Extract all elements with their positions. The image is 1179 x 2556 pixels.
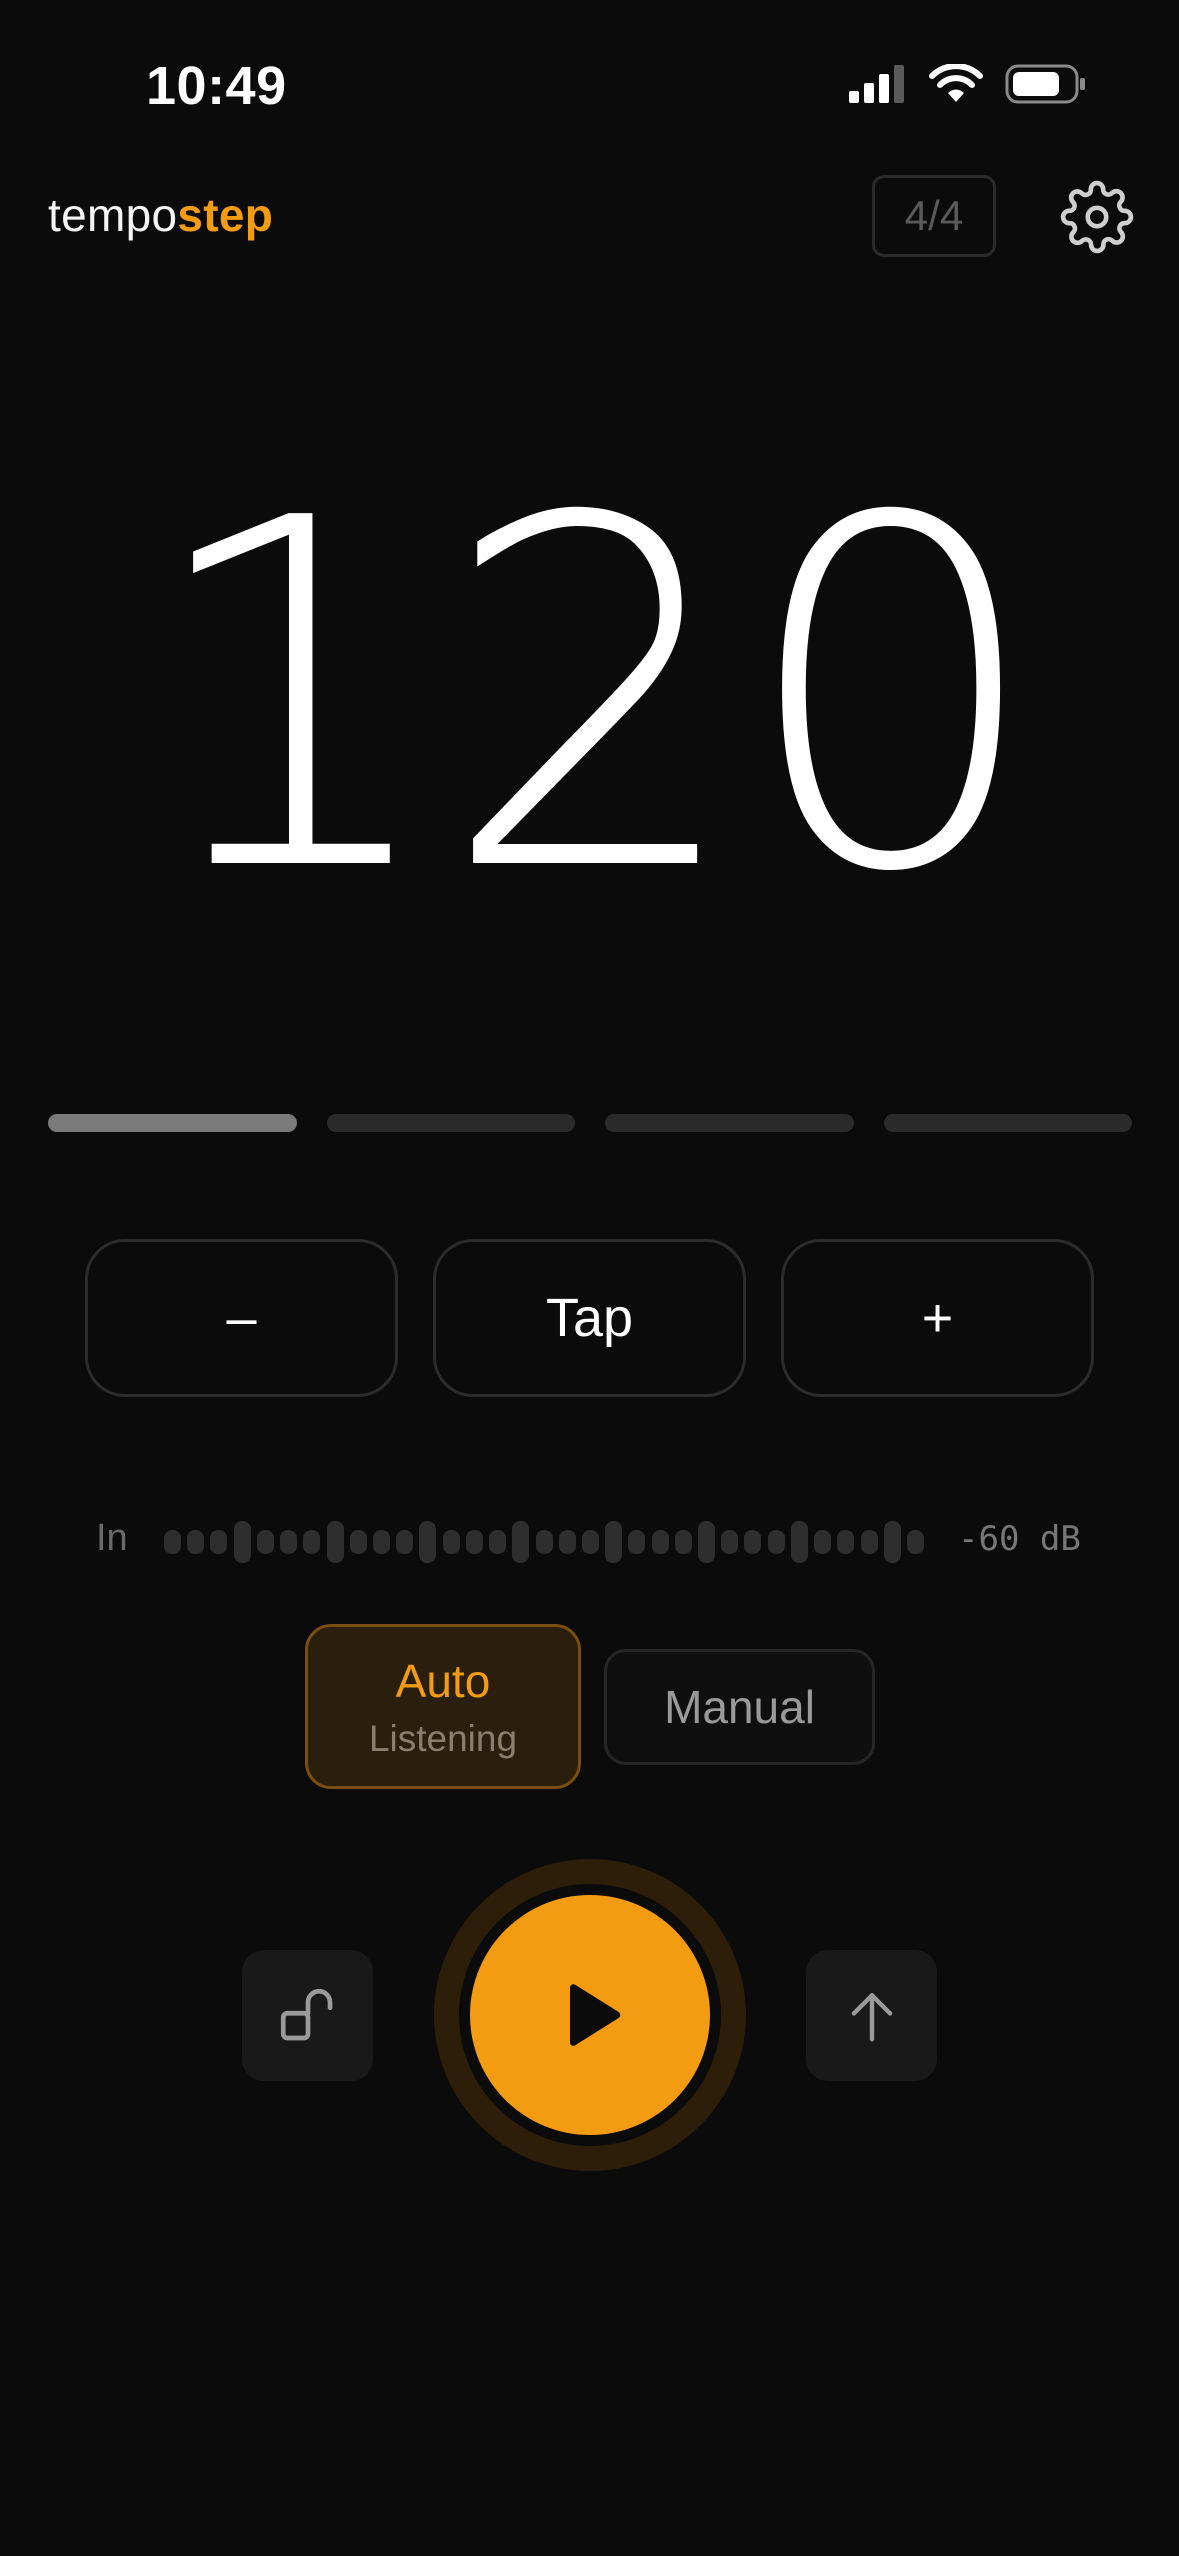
meter-segment	[280, 1530, 298, 1554]
meter-segment	[698, 1521, 716, 1563]
meter-segment	[721, 1530, 739, 1554]
meter-segment	[465, 1530, 483, 1554]
meter-segment	[581, 1530, 599, 1554]
meter-segment	[303, 1530, 321, 1554]
meter-segment	[837, 1530, 855, 1554]
meter-segment	[233, 1521, 251, 1563]
meter-segment	[907, 1530, 924, 1554]
play-icon	[570, 1984, 621, 2046]
play-button[interactable]	[470, 1895, 710, 2135]
wifi-icon	[929, 64, 983, 102]
meter-segment	[326, 1521, 344, 1563]
beat-indicator-2	[326, 1114, 575, 1132]
settings-button[interactable]	[1060, 180, 1134, 254]
input-level-readout: -60 dB	[958, 1519, 1081, 1559]
meter-segment	[814, 1530, 832, 1554]
battery-icon	[1005, 64, 1085, 104]
app-brand: tempostep	[48, 188, 273, 242]
gear-icon	[1060, 180, 1134, 254]
meter-segment	[628, 1530, 646, 1554]
beat-indicators	[48, 1114, 1132, 1132]
tap-button[interactable]: Tap	[433, 1239, 746, 1397]
status-time: 10:49	[146, 56, 287, 116]
status-icons	[849, 64, 1087, 104]
meter-segment	[651, 1530, 669, 1554]
share-button[interactable]	[806, 1950, 937, 2081]
meter-segment	[744, 1530, 762, 1554]
meter-segment	[674, 1530, 692, 1554]
meter-segment	[396, 1530, 414, 1554]
meter-segment	[256, 1530, 274, 1554]
bpm-display: 120	[140, 418, 1044, 977]
meter-segment	[442, 1530, 460, 1554]
meter-segment	[512, 1521, 530, 1563]
time-signature-button[interactable]: 4/4	[872, 175, 996, 257]
meter-segment	[535, 1530, 553, 1554]
meter-segment	[558, 1530, 576, 1554]
arrow-up-icon	[851, 1992, 892, 2041]
auto-mode-button[interactable]: Auto Listening	[305, 1624, 581, 1789]
meter-segment	[349, 1530, 367, 1554]
auto-mode-status: Listening	[368, 1717, 518, 1759]
increment-button[interactable]: +	[781, 1239, 1094, 1397]
input-level-meter	[164, 1520, 924, 1564]
meter-segment	[164, 1530, 181, 1554]
meter-segment	[883, 1521, 901, 1563]
input-label: In	[96, 1517, 128, 1559]
beat-indicator-3	[605, 1114, 854, 1132]
meter-segment	[419, 1521, 437, 1563]
lock-button[interactable]	[242, 1950, 373, 2081]
meter-segment	[790, 1521, 808, 1563]
meter-segment	[372, 1530, 390, 1554]
meter-segment	[605, 1521, 623, 1563]
auto-mode-label: Auto	[395, 1654, 491, 1707]
unlock-icon	[280, 1988, 332, 2040]
manual-mode-button[interactable]: Manual	[604, 1649, 875, 1765]
meter-segment	[210, 1530, 228, 1554]
meter-segment	[860, 1530, 878, 1554]
play-button-ring	[434, 1859, 746, 2171]
play-button-gap	[459, 1884, 721, 2146]
meter-segment	[767, 1530, 785, 1554]
meter-segment	[187, 1530, 205, 1554]
beat-indicator-4	[883, 1114, 1132, 1132]
meter-segment	[489, 1530, 507, 1554]
decrement-button[interactable]: –	[85, 1239, 398, 1397]
beat-indicator-1	[48, 1114, 297, 1132]
brand-step: step	[177, 189, 274, 241]
cellular-signal-icon	[849, 65, 904, 103]
brand-tempo: tempo	[48, 189, 178, 241]
